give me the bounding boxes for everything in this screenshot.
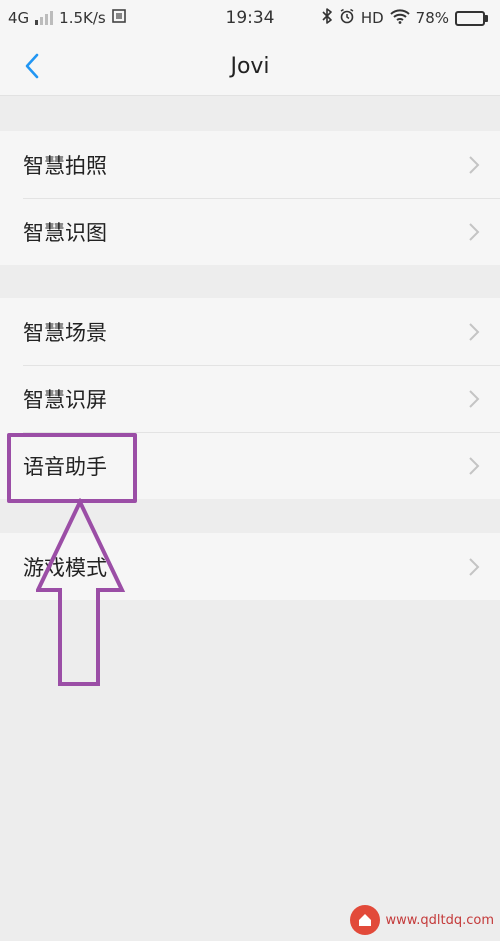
list-item-smart-screen[interactable]: 智慧识屏 [0, 365, 500, 432]
alarm-icon [339, 8, 355, 28]
list-item-label: 智慧场景 [23, 320, 107, 345]
watermark: www.qdltdq.com [349, 905, 494, 935]
chevron-right-icon [469, 156, 480, 174]
data-saver-icon [111, 9, 126, 27]
wifi-icon [389, 8, 410, 28]
chevron-right-icon [469, 390, 480, 408]
chevron-right-icon [469, 558, 480, 576]
list-item-smart-photo[interactable]: 智慧拍照 [0, 131, 500, 198]
battery-percent: 78% [415, 9, 449, 27]
battery-icon [455, 10, 488, 26]
list-item-label: 智慧识屏 [23, 387, 107, 412]
signal-icon [35, 11, 54, 25]
chevron-right-icon [469, 457, 480, 475]
nav-bar: Jovi [0, 36, 500, 96]
network-type: 4G [8, 9, 30, 27]
up-arrow-annotation [36, 498, 126, 686]
chevron-right-icon [469, 223, 480, 241]
watermark-site: www.qdltdq.com [385, 912, 494, 928]
hd-label: HD [360, 9, 384, 27]
chevron-right-icon [469, 323, 480, 341]
status-right: HD 78% [321, 8, 488, 28]
highlight-box [7, 433, 137, 503]
page-title: Jovi [230, 54, 270, 79]
bluetooth-icon [321, 8, 333, 28]
list-item-label: 智慧拍照 [23, 153, 107, 178]
watermark-logo-icon [349, 905, 380, 935]
status-left: 4G 1.5K/s [8, 9, 126, 27]
list-item-smart-vision[interactable]: 智慧识图 [0, 198, 500, 265]
settings-group-1: 智慧拍照 智慧识图 [0, 131, 500, 265]
network-speed: 1.5K/s [59, 9, 106, 27]
list-item-label: 智慧识图 [23, 220, 107, 245]
chevron-left-icon [25, 53, 39, 79]
status-bar: 4G 1.5K/s 19:34 HD 78% [0, 0, 500, 36]
list-item-smart-scene[interactable]: 智慧场景 [0, 298, 500, 365]
back-button[interactable] [10, 46, 54, 86]
